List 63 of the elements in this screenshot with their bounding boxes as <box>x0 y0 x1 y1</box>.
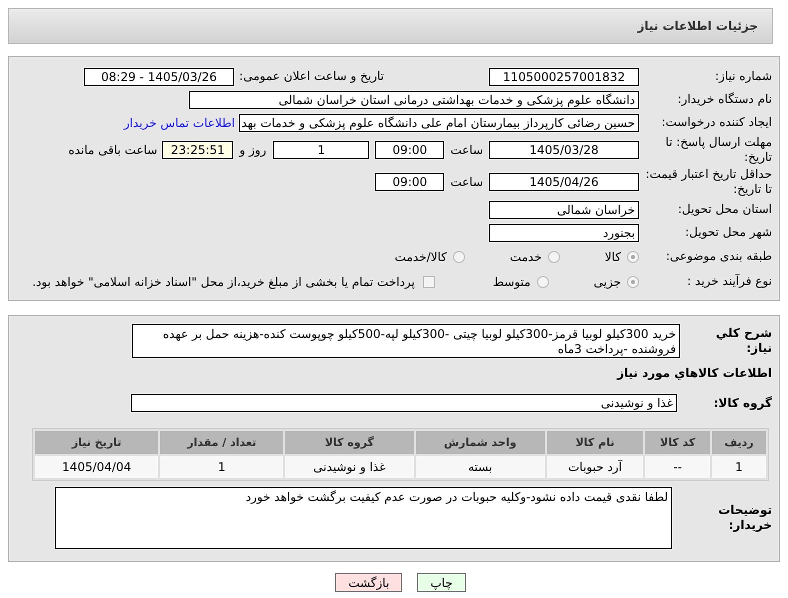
back-button[interactable]: بازگشت <box>335 573 402 592</box>
field-label: نام دستگاه خریدار: <box>676 92 773 107</box>
checkbox[interactable] <box>422 276 435 288</box>
field-label: حداقل تاریخ اعتبار قیمت: تا تاریخ: <box>644 167 773 197</box>
radio-button[interactable] <box>536 276 549 288</box>
radio-label: جزیی <box>594 274 621 288</box>
field-label: مهلت ارسال پاسخ: تا تاریخ: <box>664 135 773 165</box>
field-label: ایجاد کننده درخواست: <box>660 115 773 130</box>
table-cell: آرد حبوبات <box>546 456 644 478</box>
need-number-field: 1105000257001832 <box>489 68 639 86</box>
column-header: واحد شمارش <box>416 431 545 454</box>
radio-label: خدمت <box>510 250 542 264</box>
radio-label: متوسط <box>492 274 531 288</box>
radio-button[interactable] <box>627 250 639 262</box>
field-label: شرح کلي نياز: <box>714 326 773 356</box>
table-cell: -- <box>645 456 710 478</box>
city-field: بجنورد <box>489 224 639 242</box>
time-label: ساعت <box>450 143 483 157</box>
goods-group-field: غذا و نوشیدنی <box>131 394 677 412</box>
column-header: گروه کالا <box>285 431 414 454</box>
table-cell: بسته <box>416 456 545 478</box>
deadline-date-field: 1405/03/28 <box>489 141 639 159</box>
print-button[interactable]: چاپ <box>417 573 466 592</box>
field-label: شهر محل تحویل: <box>684 225 773 240</box>
contact-link[interactable]: اطلاعات تماس خریدار <box>124 116 235 130</box>
radio-label: کالا <box>604 250 621 264</box>
table-cell: غذا و نوشیدنی <box>285 456 414 478</box>
field-label: گروه کالا: <box>712 396 773 410</box>
field-label: توضیحات خریدار: <box>717 503 773 533</box>
field-label: نوع فرآیند خرید : <box>686 274 773 289</box>
table-cell: 1405/04/04 <box>35 456 158 478</box>
validity-time-field: 09:00 <box>375 173 444 191</box>
announce-date-field: 1405/03/26 - 08:29 <box>84 68 234 86</box>
radio-label: کالا/خدمت <box>394 250 447 264</box>
column-header: کد کالا <box>645 431 710 454</box>
days-field: 1 <box>273 141 370 159</box>
creator-field: حسین رضائی کارپرداز بیمارستان امام علی دانشگاه علوم پزشکی و خدمات بهد <box>239 114 639 132</box>
section-heading: اطلاعات کالاهاي مورد نياز <box>617 366 772 380</box>
column-header: تاریخ نیاز <box>35 431 158 454</box>
column-header: نام کالا <box>546 431 644 454</box>
field-label: تاریخ و ساعت اعلان عمومی: <box>238 69 385 84</box>
field-label: استان محل تحویل: <box>676 202 773 217</box>
remaining-time-field: 23:25:51 <box>162 141 234 159</box>
province-field: خراسان شمالی <box>489 200 639 218</box>
checkbox-label: پرداخت تمام یا بخشی از مبلغ خرید،از محل "اسناد خزانه اسلامی" خواهد بود. <box>32 274 415 288</box>
description-box: خرید 300کیلو لوبیا قرمز-300کیلو لوبیا چیتی -300کیلو لپه-500کیلو چوپوست کنده-هزینه حمل بر عهده فروشنده -پرداخت 3ماه <box>132 324 680 358</box>
table-cell: 1 <box>712 456 766 478</box>
buyer-org-field: دانشگاه علوم پزشکی و خدمات بهداشتی درمانی استان خراسان شمالی <box>189 90 639 108</box>
column-header: ردیف <box>712 431 766 454</box>
buyer-notes-box: لطفا نقدی قیمت داده نشود-وکلیه حبوبات در صورت عدم کیفیت برگشت خواهد خورد <box>55 487 672 549</box>
radio-button[interactable] <box>548 250 560 262</box>
time-label: ساعت <box>450 175 483 189</box>
days-label: روز و <box>239 143 266 157</box>
validity-date-field: 1405/04/26 <box>489 173 639 191</box>
radio-button[interactable] <box>452 250 465 262</box>
table-cell: 1 <box>160 456 284 478</box>
page-title: جزئیات اطلاعات نیاز <box>637 19 758 33</box>
remaining-label: ساعت باقی مانده <box>68 143 158 157</box>
radio-button[interactable] <box>627 276 639 288</box>
field-label: شماره نیاز: <box>714 69 773 84</box>
column-header: تعداد / مقدار <box>160 431 284 454</box>
deadline-time-field: 09:00 <box>375 141 444 159</box>
field-label: طبقه بندی موضوعی: <box>664 249 773 264</box>
